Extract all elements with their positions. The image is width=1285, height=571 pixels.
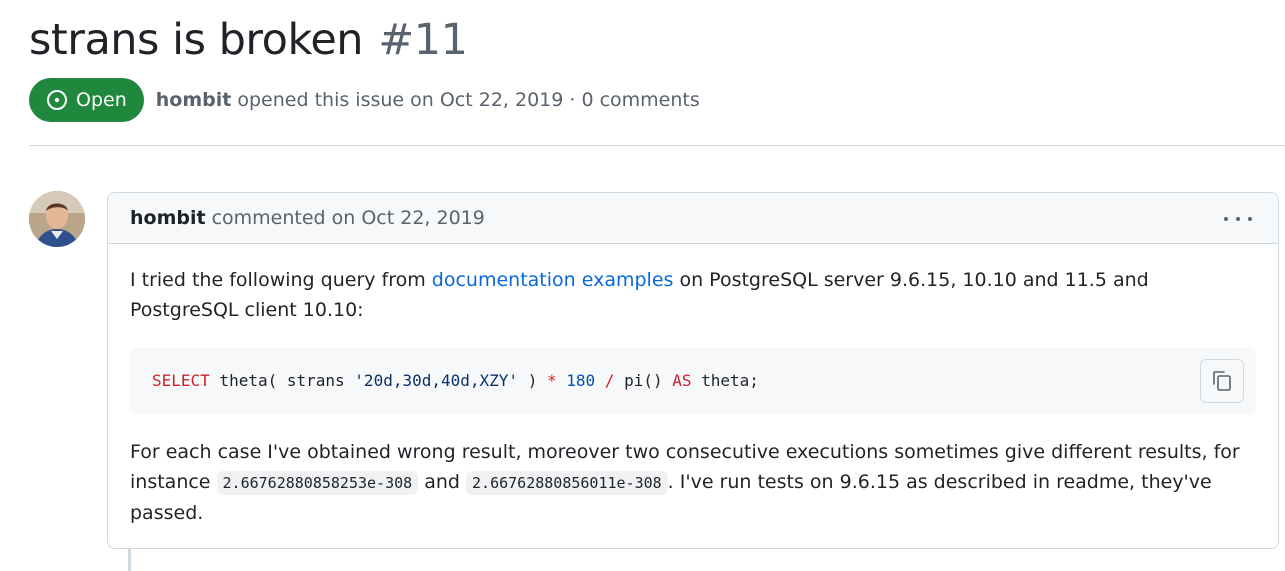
avatar-image	[29, 191, 85, 247]
issue-meta: Open hombit opened this issue on Oct 22,…	[29, 78, 700, 122]
code-token: )	[518, 371, 547, 390]
issue-meta-text: hombit opened this issue on Oct 22, 2019…	[156, 89, 700, 111]
comment-box: hombit commented on Oct 22, 2019 I tried…	[107, 192, 1279, 549]
code-token: SELECT	[152, 371, 210, 390]
code-block: SELECT theta( strans '20d,30d,40d,XZY' )…	[130, 348, 1256, 415]
code-token: /	[604, 371, 615, 390]
inline-code-result-1: 2.66762880858253e-308	[216, 471, 419, 495]
code-line: SELECT theta( strans '20d,30d,40d,XZY' )…	[152, 370, 759, 392]
issue-state-badge[interactable]: Open	[29, 78, 144, 122]
comment-header: hombit commented on Oct 22, 2019	[108, 193, 1278, 244]
issue-number: #11	[378, 15, 468, 65]
issue-meta-action: opened this issue on Oct 22, 2019 · 0 co…	[237, 89, 700, 111]
comment-author-link[interactable]: hombit	[130, 207, 206, 229]
issue-title-text: strans is broken	[29, 15, 364, 65]
issue-title: strans is broken #11	[29, 12, 468, 68]
documentation-examples-link[interactable]: documentation examples	[432, 269, 674, 291]
avatar[interactable]	[29, 191, 85, 247]
kebab-dot	[1224, 217, 1228, 221]
issue-opened-icon	[47, 90, 67, 110]
issue-author-link[interactable]: hombit	[156, 89, 232, 111]
copy-icon	[1213, 371, 1231, 391]
inline-code-result-2: 2.66762880856011e-308	[466, 471, 668, 495]
p2-text-mid: and	[418, 471, 467, 493]
code-token: *	[546, 371, 557, 390]
code-token: theta;	[691, 371, 759, 390]
p1-text-before: I tried the following query from	[130, 269, 432, 291]
kebab-dot	[1248, 217, 1252, 221]
code-token: 180	[566, 371, 596, 390]
kebab-dot	[1236, 217, 1240, 221]
comment-paragraph-2: For each case I've obtained wrong result…	[130, 437, 1250, 528]
comment-paragraph-1: I tried the following query from documen…	[130, 265, 1240, 325]
comment-timestamp[interactable]: commented on Oct 22, 2019	[212, 207, 485, 229]
kebab-horizontal-icon[interactable]	[1224, 207, 1252, 231]
header-divider	[29, 145, 1285, 146]
code-token: AS	[672, 371, 692, 390]
timeline-line	[128, 548, 131, 571]
code-token: theta( strans	[209, 371, 355, 390]
code-token: pi()	[614, 371, 673, 390]
issue-state-label: Open	[76, 89, 127, 111]
code-token: '20d,30d,40d,XZY'	[354, 371, 519, 390]
copy-button[interactable]	[1200, 359, 1244, 403]
